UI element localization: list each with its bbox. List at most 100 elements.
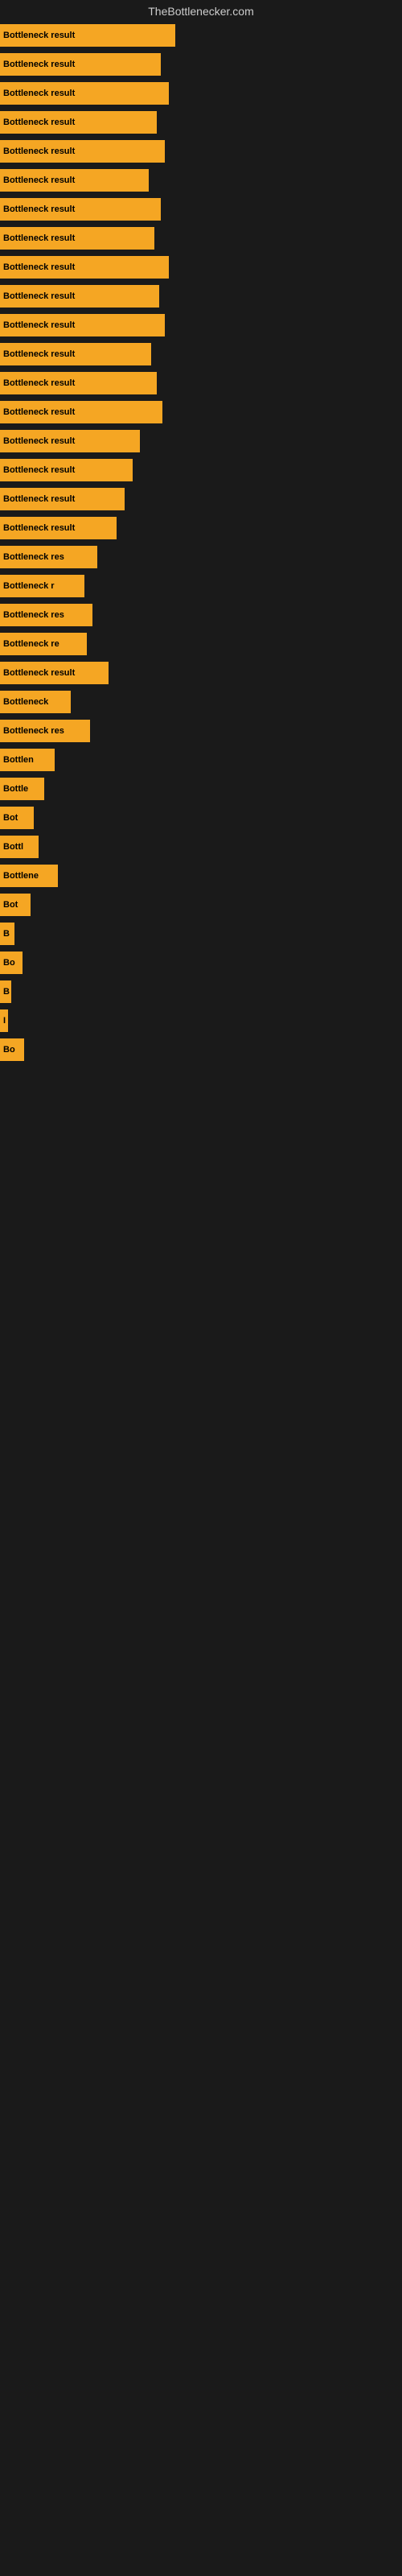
bar-container: Bottleneck result bbox=[0, 198, 402, 221]
bottleneck-result-bar[interactable]: Bottleneck result bbox=[0, 53, 161, 76]
bottleneck-result-bar[interactable]: Bottleneck result bbox=[0, 111, 157, 134]
bar-container: Bottleneck result bbox=[0, 314, 402, 336]
bar-container: Bottleneck res bbox=[0, 546, 402, 568]
bar-row: Bottle bbox=[0, 774, 402, 803]
bar-row: Bottleneck r bbox=[0, 572, 402, 601]
bar-row: Bottleneck result bbox=[0, 282, 402, 311]
bar-container: Bottleneck result bbox=[0, 517, 402, 539]
bar-container: Bot bbox=[0, 807, 402, 829]
header: TheBottlenecker.com bbox=[0, 0, 402, 21]
bottleneck-result-bar[interactable]: Bottleneck result bbox=[0, 24, 175, 47]
bar-row: B bbox=[0, 919, 402, 948]
bottleneck-result-bar[interactable]: Bottle bbox=[0, 778, 44, 800]
bar-row: Bottleneck result bbox=[0, 195, 402, 224]
bar-row: Bottleneck result bbox=[0, 166, 402, 195]
bottleneck-result-bar[interactable]: B bbox=[0, 923, 14, 945]
bar-container: Bottleneck result bbox=[0, 111, 402, 134]
bar-row: B bbox=[0, 977, 402, 1006]
bottleneck-result-bar[interactable]: Bottlen bbox=[0, 749, 55, 771]
bar-row: Bot bbox=[0, 803, 402, 832]
bottleneck-result-bar[interactable]: Bottleneck result bbox=[0, 517, 117, 539]
bar-row: Bottleneck result bbox=[0, 340, 402, 369]
bottleneck-result-bar[interactable]: Bottleneck result bbox=[0, 256, 169, 279]
bar-container: Bottleneck result bbox=[0, 82, 402, 105]
bar-container: Bottleneck result bbox=[0, 430, 402, 452]
bottleneck-result-bar[interactable]: Bottl bbox=[0, 836, 39, 858]
bar-row: Bottleneck res bbox=[0, 543, 402, 572]
bottleneck-result-bar[interactable]: Bottleneck res bbox=[0, 546, 97, 568]
bottleneck-result-bar[interactable]: Bottleneck result bbox=[0, 82, 169, 105]
bar-row: Bo bbox=[0, 1035, 402, 1064]
bar-container: Bot bbox=[0, 894, 402, 916]
bar-row: Bottleneck result bbox=[0, 137, 402, 166]
bottleneck-result-bar[interactable]: Bot bbox=[0, 807, 34, 829]
bottleneck-result-bar[interactable]: I bbox=[0, 1009, 8, 1032]
bar-container: Bottleneck res bbox=[0, 720, 402, 742]
bottleneck-result-bar[interactable]: Bottleneck result bbox=[0, 140, 165, 163]
bottleneck-result-bar[interactable]: Bottleneck result bbox=[0, 372, 157, 394]
bottleneck-result-bar[interactable]: Bottleneck result bbox=[0, 459, 133, 481]
bottleneck-result-bar[interactable]: Bottleneck result bbox=[0, 314, 165, 336]
bar-container: Bottleneck res bbox=[0, 604, 402, 626]
bar-row: Bottleneck res bbox=[0, 716, 402, 745]
bar-container: Bottleneck result bbox=[0, 372, 402, 394]
bar-container: B bbox=[0, 980, 402, 1003]
bottleneck-result-bar[interactable]: Bottleneck result bbox=[0, 430, 140, 452]
bottleneck-result-bar[interactable]: Bottleneck res bbox=[0, 720, 90, 742]
bar-container: Bottl bbox=[0, 836, 402, 858]
bar-row: Bottleneck result bbox=[0, 369, 402, 398]
bottleneck-result-bar[interactable]: B bbox=[0, 980, 11, 1003]
bottleneck-result-bar[interactable]: Bottleneck result bbox=[0, 198, 161, 221]
bar-container: Bottle bbox=[0, 778, 402, 800]
bottleneck-result-bar[interactable]: Bo bbox=[0, 952, 23, 974]
bar-container: Bottlene bbox=[0, 865, 402, 887]
bar-row: Bottl bbox=[0, 832, 402, 861]
bar-container: Bottleneck result bbox=[0, 343, 402, 365]
bottleneck-result-bar[interactable]: Bottleneck r bbox=[0, 575, 84, 597]
bottleneck-result-bar[interactable]: Bottleneck result bbox=[0, 488, 125, 510]
bar-container: Bottleneck re bbox=[0, 633, 402, 655]
bottleneck-result-bar[interactable]: Bottleneck result bbox=[0, 662, 109, 684]
bar-container: Bottleneck result bbox=[0, 24, 402, 47]
bar-container: Bottleneck result bbox=[0, 140, 402, 163]
bottleneck-result-bar[interactable]: Bottleneck bbox=[0, 691, 71, 713]
bar-container: B bbox=[0, 923, 402, 945]
bar-row: Bottleneck result bbox=[0, 398, 402, 427]
bar-row: Bottleneck result bbox=[0, 514, 402, 543]
bar-row: Bottleneck result bbox=[0, 658, 402, 687]
bottleneck-result-bar[interactable]: Bottleneck result bbox=[0, 285, 159, 308]
bar-container: Bottleneck result bbox=[0, 488, 402, 510]
bottleneck-result-bar[interactable]: Bottleneck result bbox=[0, 169, 149, 192]
bar-row: Bottlen bbox=[0, 745, 402, 774]
bar-row: Bo bbox=[0, 948, 402, 977]
bar-row: Bottleneck result bbox=[0, 311, 402, 340]
bottleneck-result-bar[interactable]: Bottleneck result bbox=[0, 227, 154, 250]
bar-container: Bottleneck result bbox=[0, 169, 402, 192]
bottleneck-result-bar[interactable]: Bot bbox=[0, 894, 31, 916]
bar-container: Bottleneck result bbox=[0, 401, 402, 423]
bar-row: Bottleneck result bbox=[0, 108, 402, 137]
bar-container: Bottleneck result bbox=[0, 662, 402, 684]
bar-row: Bottleneck result bbox=[0, 485, 402, 514]
bottleneck-result-bar[interactable]: Bottlene bbox=[0, 865, 58, 887]
bar-container: Bottleneck result bbox=[0, 53, 402, 76]
bottleneck-result-bar[interactable]: Bo bbox=[0, 1038, 24, 1061]
bar-row: I bbox=[0, 1006, 402, 1035]
bar-container: Bottleneck result bbox=[0, 285, 402, 308]
bars-container: Bottleneck result Bottleneck result Bottle… bbox=[0, 21, 402, 1064]
bar-row: Bottleneck result bbox=[0, 253, 402, 282]
bar-container: Bo bbox=[0, 952, 402, 974]
bar-container: Bottleneck bbox=[0, 691, 402, 713]
bar-container: Bottlen bbox=[0, 749, 402, 771]
bar-container: Bottleneck result bbox=[0, 256, 402, 279]
bar-row: Bottleneck result bbox=[0, 427, 402, 456]
bar-container: Bottleneck r bbox=[0, 575, 402, 597]
bar-container: Bottleneck result bbox=[0, 459, 402, 481]
bottleneck-result-bar[interactable]: Bottleneck res bbox=[0, 604, 92, 626]
bottleneck-result-bar[interactable]: Bottleneck result bbox=[0, 401, 162, 423]
bottleneck-result-bar[interactable]: Bottleneck re bbox=[0, 633, 87, 655]
bar-container: Bottleneck result bbox=[0, 227, 402, 250]
bottleneck-result-bar[interactable]: Bottleneck result bbox=[0, 343, 151, 365]
bar-row: Bot bbox=[0, 890, 402, 919]
bar-row: Bottleneck result bbox=[0, 21, 402, 50]
